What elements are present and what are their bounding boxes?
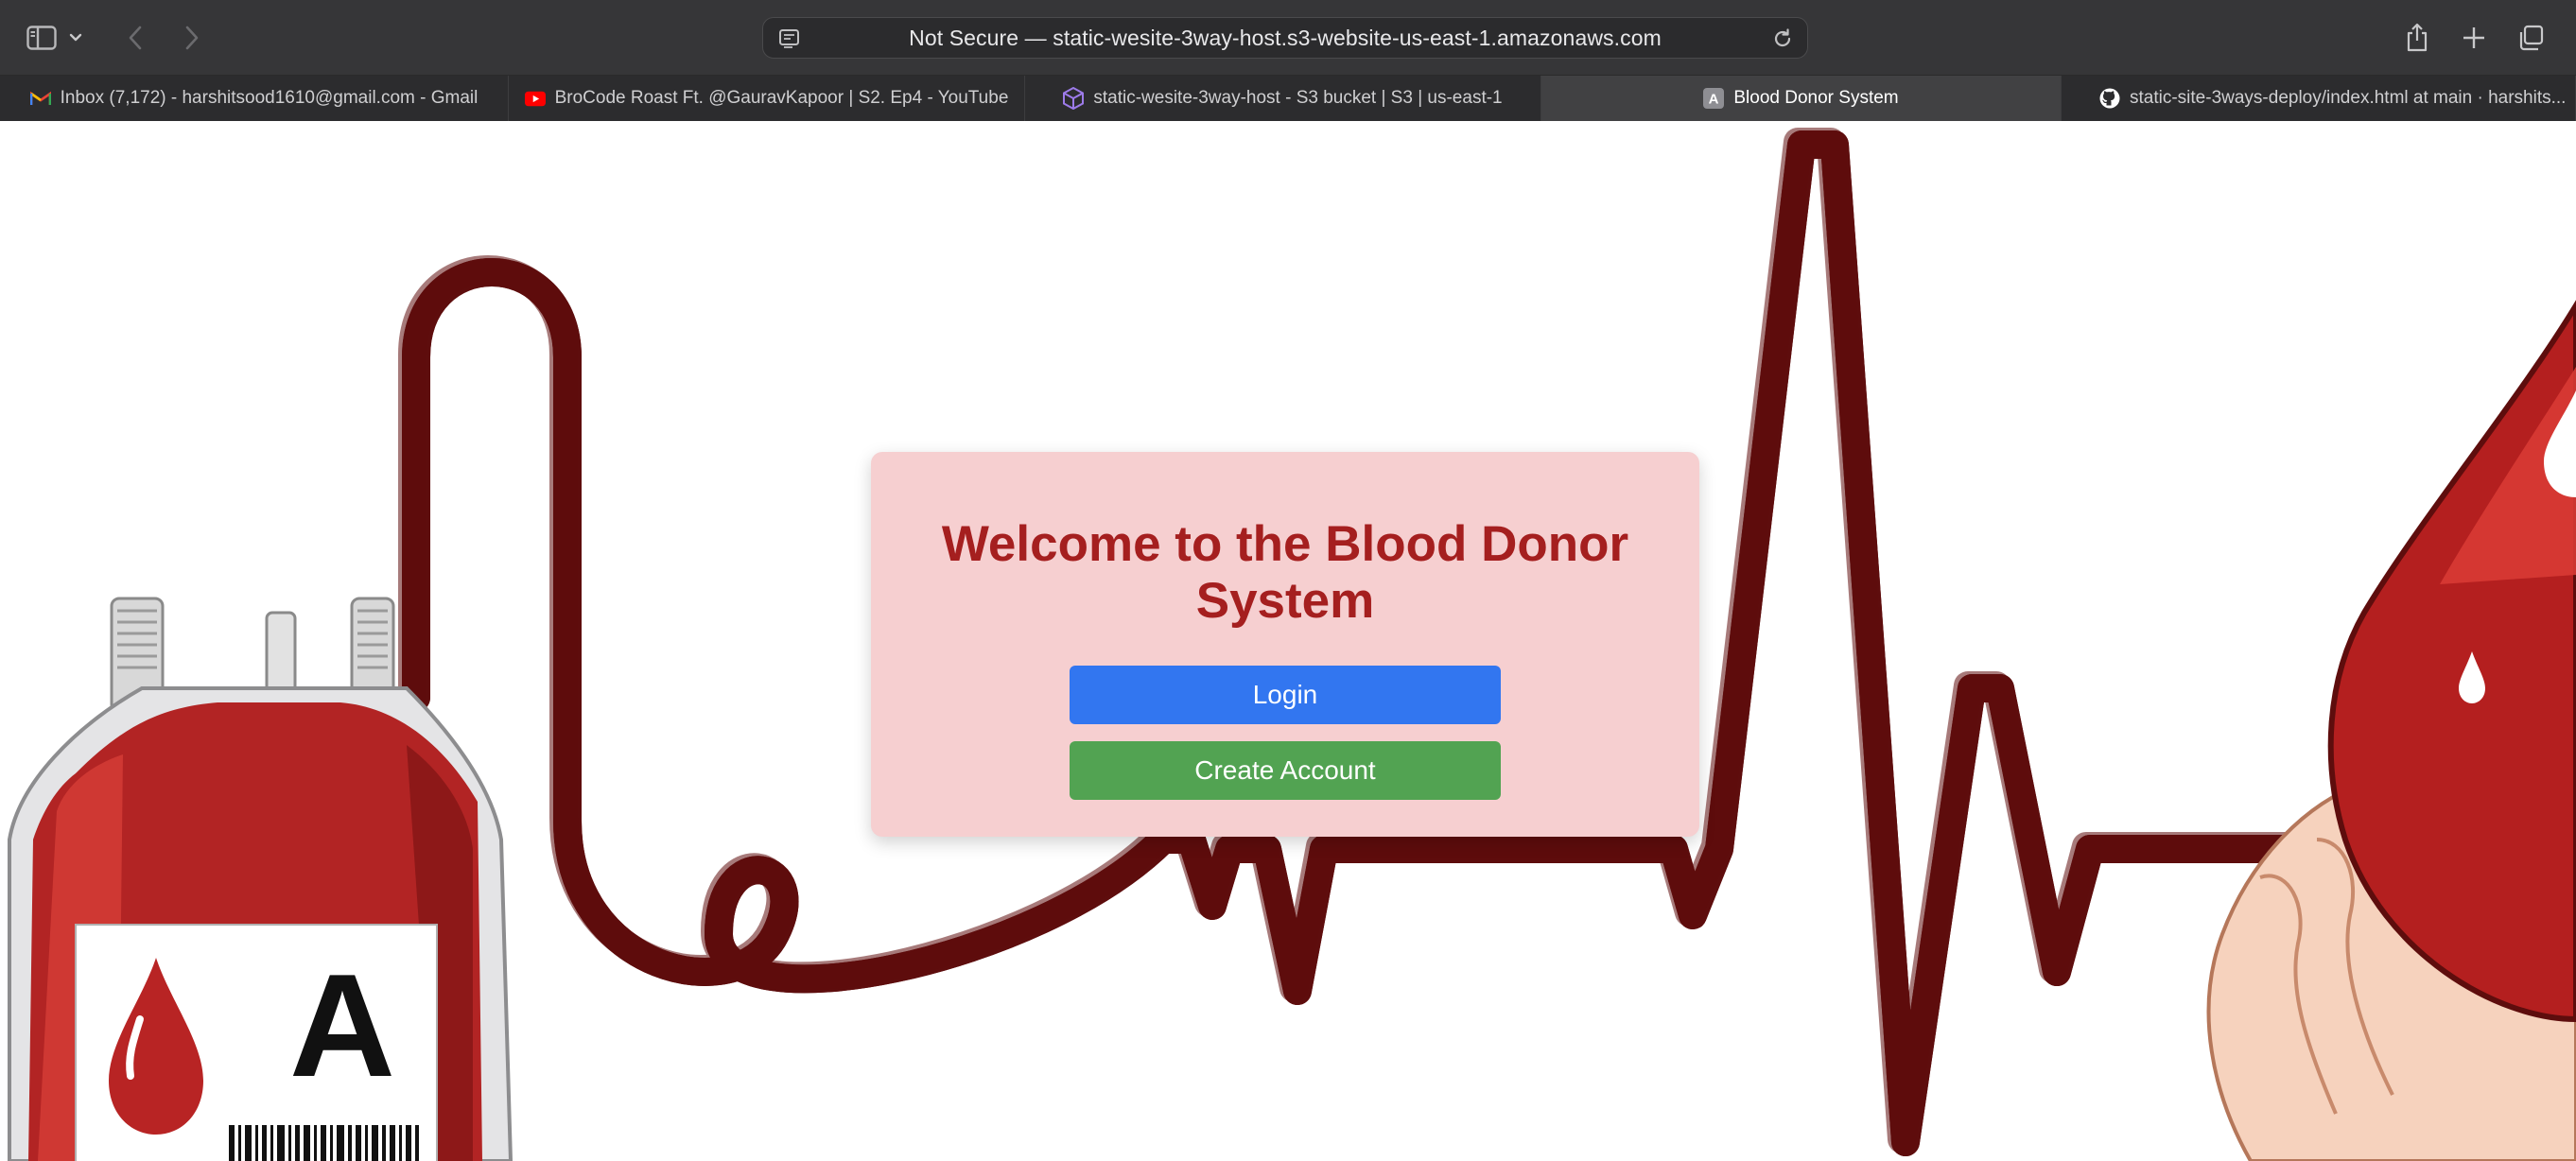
tab-blood-donor-system[interactable]: A Blood Donor System	[1541, 76, 2062, 121]
letter-a-icon: A	[1703, 88, 1725, 109]
create-account-button[interactable]: Create Account	[1070, 741, 1501, 800]
tab-label: Blood Donor System	[1733, 88, 1899, 108]
hand-holding-blood-drop	[2206, 300, 2576, 1161]
welcome-card: Welcome to the Blood Donor System Login …	[871, 452, 1699, 837]
share-button[interactable]	[2396, 17, 2438, 59]
tab-label: static-wesite-3way-host - S3 bucket | S3…	[1093, 88, 1503, 108]
sidebar-icon	[26, 26, 57, 50]
plus-icon	[2463, 27, 2484, 48]
chevron-left-icon	[129, 26, 142, 50]
youtube-icon	[524, 88, 546, 109]
sidebar-toggle-button[interactable]	[21, 17, 62, 59]
tab-label: BroCode Roast Ft. @GauravKapoor | S2. Ep…	[554, 88, 1009, 108]
tab-label: static-site-3ways-deploy/index.html at m…	[2130, 88, 2567, 108]
tab-group-menu-button[interactable]	[62, 17, 89, 59]
tab-bar: Inbox (7,172) - harshitsood1610@gmail.co…	[0, 76, 2576, 121]
address-bar[interactable]: Not Secure — static-wesite-3way-host.s3-…	[762, 17, 1808, 59]
tab-overview-button[interactable]	[2510, 17, 2551, 59]
tab-label: Inbox (7,172) - harshitsood1610@gmail.co…	[60, 88, 479, 108]
svg-text:A: A	[1709, 92, 1719, 108]
browser-toolbar: Not Secure — static-wesite-3way-host.s3-…	[0, 0, 2576, 76]
github-icon	[2099, 88, 2120, 109]
share-icon	[2407, 23, 2428, 52]
login-button[interactable]: Login	[1070, 666, 1501, 724]
url-text: Not Secure — static-wesite-3way-host.s3-…	[909, 25, 1662, 50]
tab-gmail[interactable]: Inbox (7,172) - harshitsood1610@gmail.co…	[0, 76, 509, 121]
page-viewport: A Welcome to the Blood Donor System Logi…	[0, 121, 2576, 1161]
new-tab-button[interactable]	[2453, 17, 2495, 59]
blood-bag: A	[8, 597, 513, 1161]
forward-button[interactable]	[170, 17, 212, 59]
chevron-right-icon	[185, 26, 199, 50]
back-button[interactable]	[115, 17, 157, 59]
aws-s3-icon	[1063, 87, 1085, 110]
tab-youtube[interactable]: BroCode Roast Ft. @GauravKapoor | S2. Ep…	[509, 76, 1025, 121]
tab-github[interactable]: static-site-3ways-deploy/index.html at m…	[2062, 76, 2576, 121]
chevron-down-icon	[69, 33, 82, 42]
tab-overview-icon	[2519, 25, 2544, 51]
blood-type-label: A	[289, 944, 395, 1107]
barcode-icon	[229, 1125, 419, 1161]
page-menu-icon[interactable]	[778, 27, 801, 50]
reload-icon[interactable]	[1771, 27, 1794, 50]
welcome-heading: Welcome to the Blood Donor System	[941, 516, 1629, 629]
gmail-icon	[29, 88, 51, 109]
tab-s3-bucket[interactable]: static-wesite-3way-host - S3 bucket | S3…	[1025, 76, 1541, 121]
